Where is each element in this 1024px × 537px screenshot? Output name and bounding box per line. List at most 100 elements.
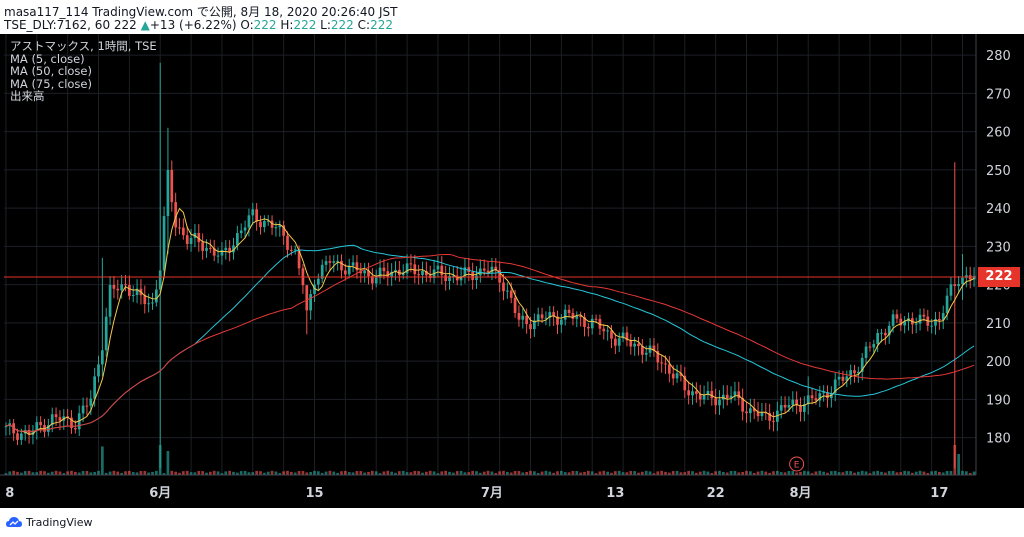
candle-body xyxy=(787,404,791,408)
candle-body xyxy=(166,169,170,217)
volume-bar xyxy=(818,470,822,475)
volume-bar xyxy=(359,471,363,475)
candle-body xyxy=(147,303,150,305)
price-change: +13 (+6.22%) xyxy=(149,18,237,32)
candle-body xyxy=(922,314,926,317)
y-tick-label: 270 xyxy=(986,87,1011,102)
candle-body xyxy=(409,263,413,265)
volume-bar xyxy=(617,470,621,475)
volume-bar xyxy=(502,470,505,475)
volume-bar xyxy=(128,470,131,475)
candle-body xyxy=(471,271,474,280)
volume-bar xyxy=(718,470,721,475)
candle-body xyxy=(328,261,332,263)
candle-body xyxy=(81,405,85,414)
volume-bar xyxy=(23,471,27,475)
candle-body xyxy=(378,267,382,278)
candle-body xyxy=(112,284,116,289)
volume-bar xyxy=(201,471,204,475)
volume-bar xyxy=(432,471,436,475)
y-tick-label: 230 xyxy=(986,240,1011,255)
volume-bar xyxy=(629,470,633,475)
volume-bar xyxy=(814,471,818,475)
candle-body xyxy=(128,284,131,296)
candle-body xyxy=(957,284,960,287)
volume-bar xyxy=(374,471,378,475)
volume-bar xyxy=(787,470,791,475)
candle-body xyxy=(930,325,933,327)
volume-bar xyxy=(907,471,910,475)
price-chart[interactable]: E18019020021022023024025026027028086月157… xyxy=(0,34,1024,508)
x-tick-label: 22 xyxy=(707,486,725,501)
candle-body xyxy=(687,390,690,396)
chart-pane[interactable]: E18019020021022023024025026027028086月157… xyxy=(0,34,1024,508)
candle-body xyxy=(243,227,247,231)
legend-ma50[interactable]: MA (50, close) xyxy=(10,65,157,78)
candle-body xyxy=(255,209,258,222)
volume-bar xyxy=(440,471,444,475)
candle-body xyxy=(876,332,879,344)
close-value: 222 xyxy=(370,18,393,32)
volume-bar xyxy=(143,471,147,475)
x-tick-label: 15 xyxy=(305,486,323,501)
candle-body xyxy=(664,363,667,365)
candle-body xyxy=(895,314,899,319)
volume-bar xyxy=(702,470,706,475)
x-tick-label: 8月 xyxy=(789,486,811,501)
volume-bar xyxy=(398,471,401,475)
volume-bar xyxy=(58,471,62,475)
candle-body xyxy=(305,285,309,311)
volume-bar xyxy=(371,470,374,475)
volume-bar xyxy=(671,471,675,475)
volume-bar xyxy=(513,471,517,475)
legend-volume[interactable]: 出来高 xyxy=(10,90,157,103)
volume-bar xyxy=(560,470,563,475)
volume-bar xyxy=(108,471,112,475)
open-value: 222 xyxy=(253,18,277,32)
candle-body xyxy=(594,318,598,320)
symbol-ohlc-line: TSE_DLY:7162, 60 222 ▲+13 (+6.22%) O:222… xyxy=(4,18,393,32)
volume-bar xyxy=(614,471,617,475)
ma5-line xyxy=(5,207,975,435)
volume-bar xyxy=(255,470,258,475)
candle-body xyxy=(332,261,336,263)
candle-body xyxy=(293,249,297,251)
volume-bar xyxy=(455,471,459,475)
candle-body xyxy=(382,267,386,272)
volume-bar xyxy=(486,470,490,475)
candle-body xyxy=(475,275,478,280)
candle-body xyxy=(290,249,293,251)
candle-body xyxy=(436,265,440,270)
candle-body xyxy=(97,364,100,377)
candle-body xyxy=(660,362,663,364)
y-tick-label: 260 xyxy=(986,126,1011,141)
candle-body xyxy=(286,235,289,250)
candle-body xyxy=(644,352,648,355)
y-tick-label: 210 xyxy=(986,317,1011,332)
tradingview-logo[interactable]: TradingView xyxy=(6,516,92,529)
volume-bar xyxy=(386,470,390,475)
candle-body xyxy=(841,376,845,381)
candle-body xyxy=(710,390,714,399)
candle-body xyxy=(517,313,521,320)
volume-bars xyxy=(4,445,976,475)
candle-body xyxy=(482,268,486,271)
volume-bar xyxy=(382,471,386,475)
candle-body xyxy=(224,247,228,250)
candle-body xyxy=(363,270,366,274)
volume-bar xyxy=(66,471,69,475)
candle-body xyxy=(629,340,633,347)
candle-body xyxy=(93,376,96,399)
high-value: 222 xyxy=(293,18,317,32)
candle-body xyxy=(274,227,278,229)
volume-bar xyxy=(12,470,15,475)
candle-body xyxy=(718,399,721,406)
candle-body xyxy=(749,408,752,414)
candle-body xyxy=(340,260,343,271)
volume-bar xyxy=(791,471,795,475)
volume-bar xyxy=(444,470,447,475)
candle-body xyxy=(745,411,748,414)
volume-bar xyxy=(317,471,320,475)
candle-body xyxy=(779,404,783,411)
volume-bar xyxy=(182,471,185,475)
